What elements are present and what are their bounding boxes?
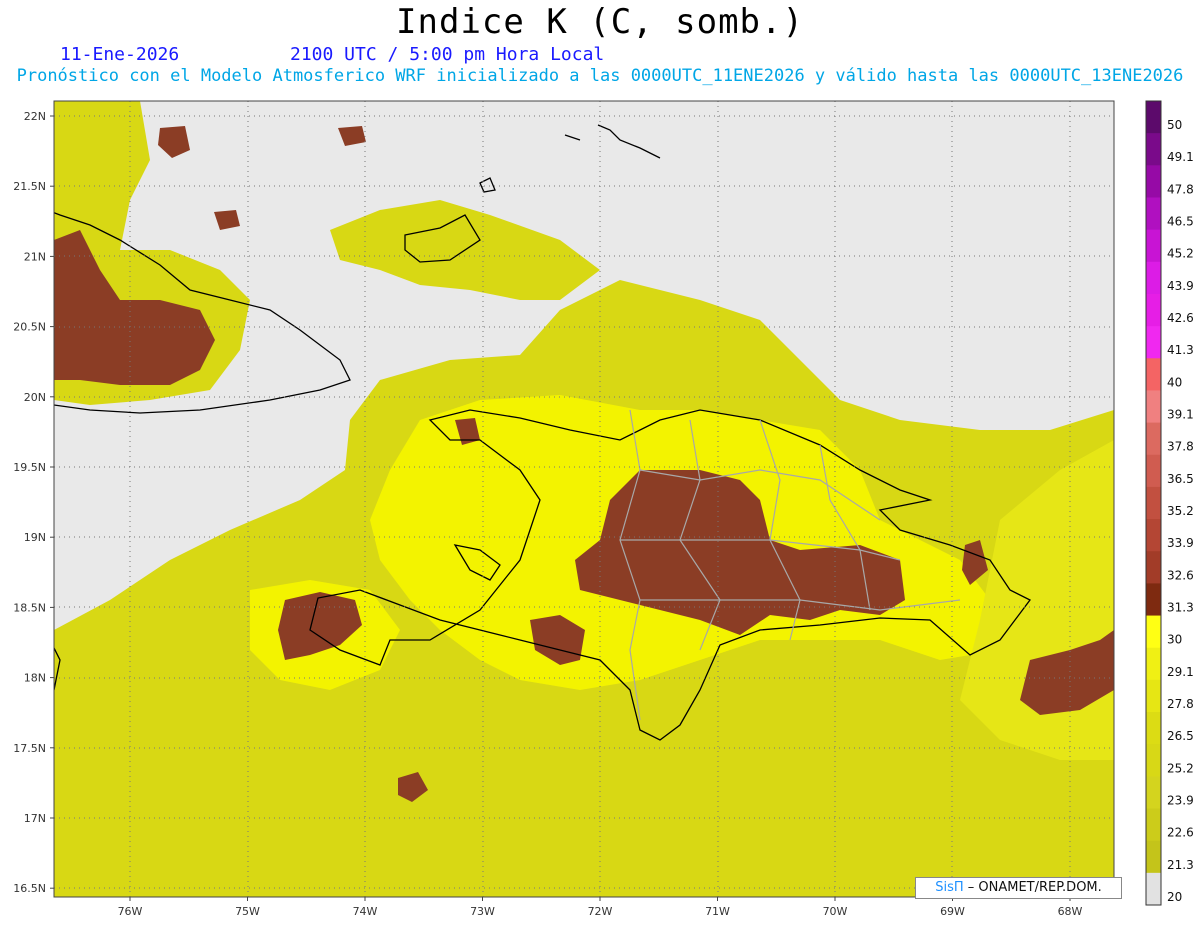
lat-label: 22N [24, 110, 46, 123]
lon-label: 69W [940, 905, 965, 918]
colorbar-segment [1146, 808, 1161, 842]
lat-label: 18N [24, 672, 46, 685]
lat-label: 17.5N [13, 742, 46, 755]
colorbar-segment [1146, 679, 1161, 713]
lon-label: 74W [353, 905, 378, 918]
colorbar-label: 46.5 [1167, 215, 1194, 229]
colorbar-label: 32.6 [1167, 568, 1194, 582]
map-container: 22N 21.5N 21N 20.5N 20N 19.5N 19N 18.5N 18N 17.5N… [0, 0, 1200, 927]
colorbar-segment [1146, 647, 1161, 681]
colorbar-label: 43.9 [1167, 279, 1194, 293]
colorbar: 50 49.1 47.8 46.5 45.2 43.9 42.6 41.3 40 39.1 37.8… [1145, 100, 1194, 906]
colorbar-label: 26.5 [1167, 729, 1194, 743]
colorbar-segment [1146, 358, 1161, 391]
credit-box: SisΠ – ONAMET/REP.DOM. [915, 877, 1122, 899]
colorbar-segment [1146, 583, 1161, 617]
colorbar-segment [1146, 551, 1161, 584]
colorbar-segment [1146, 229, 1161, 263]
colorbar-segment [1146, 744, 1161, 777]
colorbar-label: 25.2 [1167, 761, 1194, 775]
colorbar-label: 35.2 [1167, 504, 1194, 518]
colorbar-label: 30 [1167, 633, 1182, 647]
lat-label: 16.5N [13, 882, 46, 895]
colorbar-label: 40 [1167, 375, 1182, 389]
colorbar-segment [1146, 776, 1161, 810]
colorbar-label: 49.1 [1167, 150, 1194, 164]
colorbar-segment [1146, 133, 1161, 166]
colorbar-segment [1146, 390, 1161, 424]
colorbar-label: 33.9 [1167, 536, 1194, 550]
lat-label: 17N [24, 812, 46, 825]
sispi-logo: SisΠ [935, 880, 964, 895]
colorbar-label: 47.8 [1167, 182, 1194, 196]
colorbar-segment [1146, 872, 1161, 906]
colorbar-label: 29.1 [1167, 665, 1194, 679]
colorbar-segment [1146, 840, 1161, 874]
colorbar-segment [1146, 293, 1161, 327]
lat-label: 19N [24, 531, 46, 544]
colorbar-label: 21.3 [1167, 858, 1194, 872]
lon-label: 76W [118, 905, 143, 918]
latitude-labels: 22N 21.5N 21N 20.5N 20N 19.5N 19N 18.5N 18N 17.5N… [13, 110, 54, 895]
colorbar-label: 27.8 [1167, 697, 1194, 711]
colorbar-label: 37.8 [1167, 440, 1194, 454]
lat-label: 21.5N [13, 180, 46, 193]
colorbar-label: 31.3 [1167, 600, 1194, 614]
colorbar-label: 41.3 [1167, 343, 1194, 357]
lat-label: 18.5N [13, 601, 46, 614]
lat-label: 21N [24, 250, 46, 263]
colorbar-segment [1146, 422, 1161, 456]
colorbar-segment [1146, 165, 1161, 198]
colorbar-segment [1146, 712, 1161, 745]
colorbar-segment [1146, 615, 1161, 649]
colorbar-segment [1146, 454, 1161, 488]
lon-label: 75W [235, 905, 260, 918]
colorbar-segment [1146, 519, 1161, 552]
colorbar-label: 23.9 [1167, 793, 1194, 807]
lon-label: 68W [1058, 905, 1083, 918]
longitude-labels: 76W 75W 74W 73W 72W 71W 70W 69W 68W [118, 897, 1083, 918]
lon-label: 70W [823, 905, 848, 918]
colorbar-segment [1146, 261, 1161, 295]
colorbar-label: 36.5 [1167, 472, 1194, 486]
lat-label: 19.5N [13, 461, 46, 474]
lat-label: 20N [24, 391, 46, 404]
colorbar-segment [1146, 486, 1161, 520]
colorbar-label: 42.6 [1167, 311, 1194, 325]
map-svg: 22N 21.5N 21N 20.5N 20N 19.5N 19N 18.5N 18N 17.5N… [13, 100, 1194, 918]
colorbar-label: 22.6 [1167, 826, 1194, 840]
colorbar-segment [1146, 197, 1161, 231]
colorbar-segment [1146, 101, 1161, 134]
colorbar-segment [1146, 326, 1161, 359]
lat-label: 20.5N [13, 321, 46, 334]
colorbar-label: 50 [1167, 118, 1182, 132]
colorbar-label: 45.2 [1167, 247, 1194, 261]
lon-label: 73W [470, 905, 495, 918]
credit-text: – ONAMET/REP.DOM. [963, 880, 1102, 895]
colorbar-label: 20 [1167, 890, 1182, 904]
lon-label: 72W [588, 905, 613, 918]
colorbar-label: 39.1 [1167, 408, 1194, 422]
lon-label: 71W [705, 905, 730, 918]
